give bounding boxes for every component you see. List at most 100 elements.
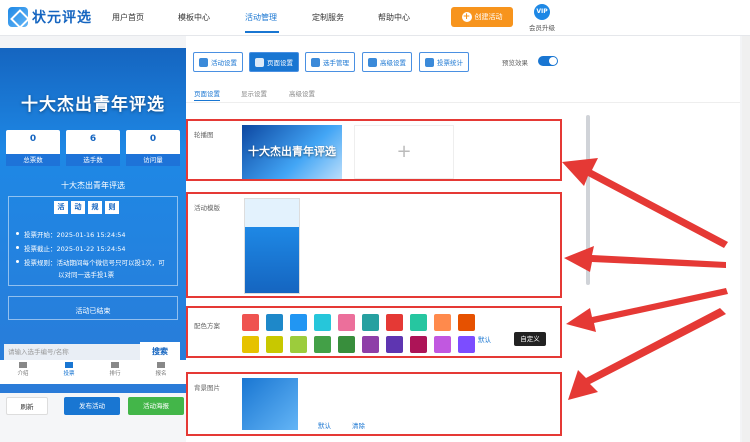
add-carousel-image-button[interactable]: + <box>354 125 454 179</box>
color-swatch[interactable] <box>410 314 427 331</box>
subtab-active-underline <box>194 100 220 101</box>
activity-poster-button[interactable]: 活动海报 <box>128 397 184 415</box>
rules-heading-char: 活 <box>54 201 68 214</box>
gear-icon <box>255 57 264 67</box>
bullet-icon <box>16 232 19 235</box>
annotation-arrow-icon <box>568 308 726 400</box>
stat-total-votes: 0 总票数 <box>6 130 60 166</box>
brand-name: 状元评选 <box>32 10 92 26</box>
rules-heading-char: 则 <box>105 201 119 214</box>
preview-toggle-label: 预览效果 <box>502 59 528 67</box>
sliders-icon <box>368 57 377 67</box>
section-label: 轮播图 <box>194 131 214 139</box>
template-thumbnail[interactable] <box>244 198 300 294</box>
subtab-divider <box>186 102 740 103</box>
tool-label: 页面设置 <box>267 59 293 67</box>
color-swatch[interactable] <box>386 336 403 353</box>
stat-label: 总票数 <box>6 154 60 166</box>
tool-advanced-settings[interactable]: 高级设置 <box>362 52 412 72</box>
brand-logo[interactable]: 状元评选 <box>8 7 92 27</box>
rule-end-time: 投票截止：2025-01-22 15:24:54 <box>24 245 126 253</box>
annotation-arrow-icon <box>564 246 726 272</box>
preview-title: 十大杰出青年评选 <box>21 95 165 115</box>
create-activity-button[interactable]: + 创建活动 <box>451 7 513 27</box>
color-swatch[interactable] <box>242 314 259 331</box>
nav-item-help[interactable]: 帮助中心 <box>378 12 410 23</box>
carousel-image-text: 十大杰出青年评选 <box>248 145 336 158</box>
tool-vote-statistics[interactable]: 投票统计 <box>419 52 469 72</box>
color-swatch[interactable] <box>458 314 475 331</box>
color-default-link[interactable]: 默认 <box>478 334 491 344</box>
preview-toggle[interactable] <box>538 56 558 66</box>
preview-search-button[interactable]: 搜索 <box>140 342 180 362</box>
section-label: 活动模版 <box>194 204 220 212</box>
settings-icon <box>199 57 208 67</box>
color-swatch[interactable] <box>290 314 307 331</box>
section-carousel: 轮播图 十大杰出青年评选 + <box>186 119 562 181</box>
preview-tab-vote[interactable]: 投票 <box>54 360 84 377</box>
users-icon <box>311 57 320 67</box>
section-background: 背景图片 默认 清除 <box>186 372 562 436</box>
background-thumbnail[interactable] <box>242 378 298 430</box>
color-swatch[interactable] <box>410 336 427 353</box>
stat-label: 选手数 <box>66 154 120 166</box>
color-swatch[interactable] <box>362 336 379 353</box>
tool-contestant-management[interactable]: 选手管理 <box>305 52 355 72</box>
plus-icon: + <box>461 12 472 22</box>
color-swatch[interactable] <box>458 336 475 353</box>
section-label: 配色方案 <box>194 322 220 330</box>
subtab-advanced-settings[interactable]: 高级设置 <box>289 88 315 98</box>
color-swatch[interactable] <box>314 336 331 353</box>
color-swatch[interactable] <box>242 336 259 353</box>
logo-icon <box>8 7 28 27</box>
bullet-icon <box>16 260 19 263</box>
color-swatch[interactable] <box>386 314 403 331</box>
preview-activity-name: 十大杰出青年评选 <box>61 181 125 190</box>
rule-voting-rule: 投票规则：活动期间每个微信号只可以投1次，可 <box>24 259 165 267</box>
preview-search-input[interactable]: 请输入选手编号/名称 <box>4 344 140 360</box>
nav-item-activity-management[interactable]: 活动管理 <box>245 12 277 23</box>
color-swatch[interactable] <box>434 336 451 353</box>
tab-label: 投票 <box>63 371 75 377</box>
carousel-image[interactable]: 十大杰出青年评选 <box>242 125 342 179</box>
tool-activity-settings[interactable]: 活动设置 <box>193 52 243 72</box>
section-template: 活动模版 <box>186 192 562 298</box>
vip-upgrade[interactable]: VIP 会员升级 <box>527 4 557 32</box>
refresh-button[interactable]: 刷新 <box>6 397 48 415</box>
color-swatch[interactable] <box>266 336 283 353</box>
stat-label: 访问量 <box>126 154 180 166</box>
color-swatch[interactable] <box>266 314 283 331</box>
bar-chart-icon <box>425 57 434 67</box>
nav-item-templates[interactable]: 模板中心 <box>178 12 210 23</box>
background-default-link[interactable]: 默认 <box>318 420 331 430</box>
color-swatch[interactable] <box>290 336 307 353</box>
publish-activity-button[interactable]: 发布活动 <box>64 397 120 415</box>
subtab-page-settings[interactable]: 页面设置 <box>194 88 220 98</box>
ranking-icon <box>111 362 119 368</box>
tool-page-settings[interactable]: 页面设置 <box>249 52 299 72</box>
activity-ended-label: 活动已结束 <box>75 307 111 315</box>
preview-tab-intro[interactable]: 介绍 <box>8 360 38 377</box>
stat-visits: 0 访问量 <box>126 130 180 166</box>
preview-tab-signup[interactable]: 报名 <box>146 360 176 377</box>
color-custom-button[interactable]: 自定义 <box>514 332 546 346</box>
mobile-preview: 十大杰出青年评选 0 总票数 6 选手数 0 访问量 十大杰出青年评选 活 动 … <box>0 48 186 442</box>
color-swatch[interactable] <box>362 314 379 331</box>
color-swatch[interactable] <box>338 336 355 353</box>
section-color-scheme: 配色方案 默认 自定义 <box>186 306 562 358</box>
stat-value: 6 <box>89 134 97 144</box>
nav-item-custom-service[interactable]: 定制服务 <box>312 12 344 23</box>
preview-tab-ranking[interactable]: 排行 <box>100 360 130 377</box>
color-swatch[interactable] <box>338 314 355 331</box>
vote-icon <box>65 362 73 368</box>
background-clear-link[interactable]: 清除 <box>352 420 365 430</box>
nav-item-home[interactable]: 用户首页 <box>112 12 144 23</box>
rule-voting-rule-cont: 以对同一选手投1票 <box>58 271 115 279</box>
color-swatch[interactable] <box>314 314 331 331</box>
subtab-display-settings[interactable]: 显示设置 <box>241 88 267 98</box>
color-swatch[interactable] <box>434 314 451 331</box>
vip-upgrade-label: 会员升级 <box>529 24 555 32</box>
page-scrollbar[interactable] <box>742 36 750 442</box>
rules-heading: 活 动 规 则 <box>54 201 119 214</box>
stat-contestants: 6 选手数 <box>66 130 120 166</box>
